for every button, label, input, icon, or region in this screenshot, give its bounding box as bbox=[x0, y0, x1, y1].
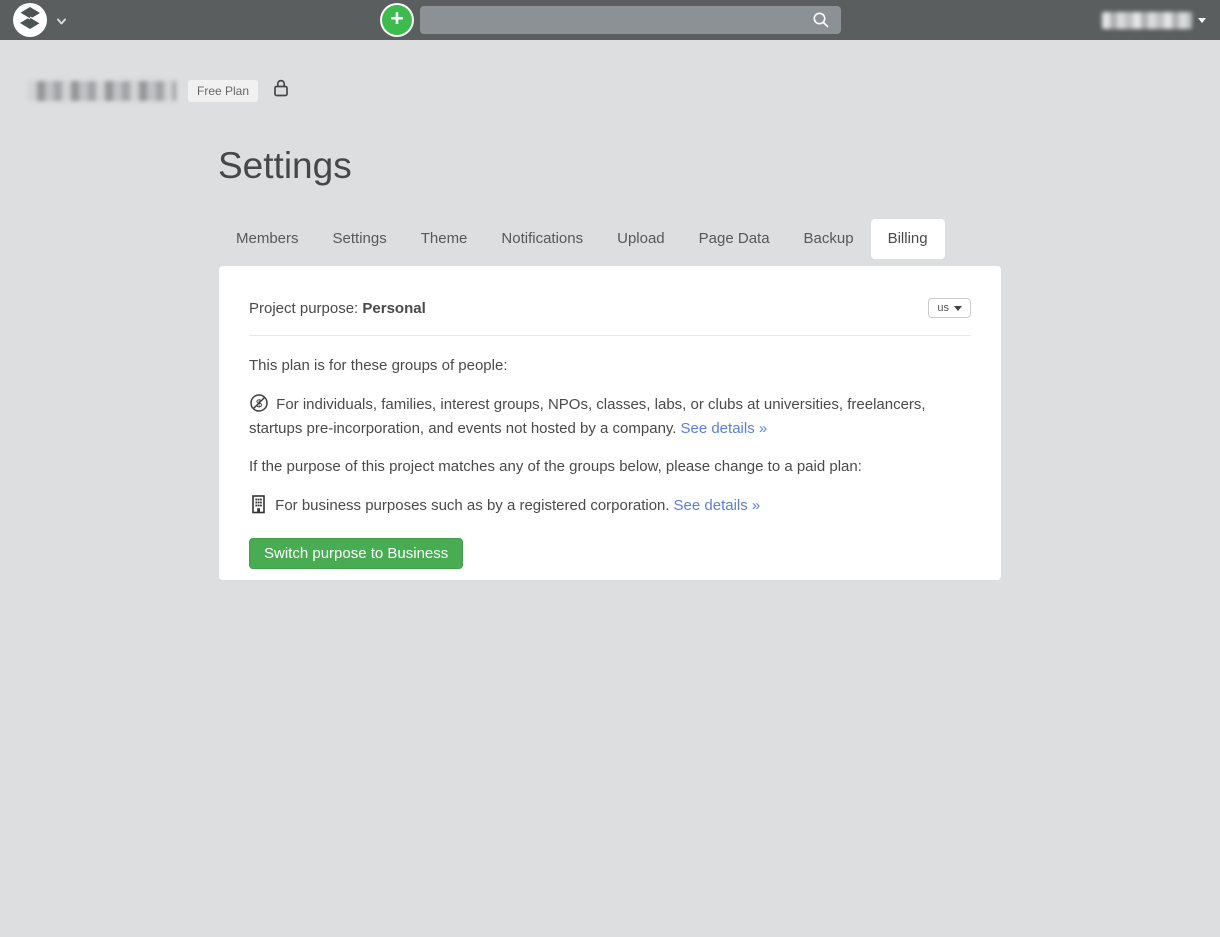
lock-icon bbox=[270, 77, 292, 104]
billing-panel: Project purpose: Personal us This plan i… bbox=[219, 266, 1001, 580]
project-name-redacted bbox=[28, 81, 176, 101]
app-logo[interactable] bbox=[13, 3, 47, 37]
new-page-button[interactable]: + bbox=[382, 5, 412, 35]
caret-down-icon bbox=[1198, 18, 1206, 23]
locale-value: us bbox=[937, 302, 949, 314]
search-input[interactable] bbox=[420, 6, 841, 34]
no-money-icon: $ bbox=[249, 400, 273, 417]
purpose-value: Personal bbox=[362, 300, 425, 317]
tab-notifications[interactable]: Notifications bbox=[484, 219, 600, 259]
switch-purpose-button[interactable]: Switch purpose to Business bbox=[249, 538, 463, 569]
project-switcher-chevron-down-icon[interactable] bbox=[56, 14, 67, 32]
tab-settings[interactable]: Settings bbox=[316, 219, 404, 259]
caret-down-icon bbox=[954, 306, 962, 311]
locale-dropdown[interactable]: us bbox=[928, 298, 971, 318]
tab-backup[interactable]: Backup bbox=[787, 219, 871, 259]
business-plan-text: For business purposes such as by a regis… bbox=[275, 497, 669, 514]
plan-intro-text: This plan is for these groups of people: bbox=[249, 357, 971, 374]
personal-plan-text: For individuals, families, interest grou… bbox=[249, 396, 926, 437]
project-purpose-label: Project purpose: Personal bbox=[249, 300, 426, 317]
business-plan-item: For business purposes such as by a regis… bbox=[249, 494, 971, 520]
plan-badge: Free Plan bbox=[188, 80, 258, 102]
plus-icon: + bbox=[390, 5, 403, 31]
paid-plan-warning-text: If the purpose of this project matches a… bbox=[249, 458, 971, 475]
settings-tabs: Members Settings Theme Notifications Upl… bbox=[219, 219, 945, 259]
tab-upload[interactable]: Upload bbox=[600, 219, 682, 259]
personal-plan-item: $ For individuals, families, interest gr… bbox=[249, 393, 971, 439]
page-title: Settings bbox=[218, 145, 352, 187]
user-menu[interactable] bbox=[1102, 0, 1206, 40]
scrapbox-logo-icon bbox=[18, 6, 42, 35]
tab-page-data[interactable]: Page Data bbox=[682, 219, 787, 259]
personal-see-details-link[interactable]: See details » bbox=[680, 420, 767, 437]
divider bbox=[249, 335, 971, 336]
building-icon bbox=[249, 501, 272, 518]
tab-members[interactable]: Members bbox=[219, 219, 316, 259]
project-header: Free Plan bbox=[28, 77, 292, 104]
tab-theme[interactable]: Theme bbox=[404, 219, 485, 259]
topbar: + bbox=[0, 0, 1220, 40]
user-name-redacted bbox=[1102, 12, 1192, 29]
purpose-label-text: Project purpose: bbox=[249, 300, 358, 317]
tab-billing[interactable]: Billing bbox=[871, 219, 945, 259]
business-see-details-link[interactable]: See details » bbox=[674, 497, 761, 514]
search-icon[interactable] bbox=[812, 11, 830, 34]
purpose-row: Project purpose: Personal us bbox=[249, 296, 971, 320]
